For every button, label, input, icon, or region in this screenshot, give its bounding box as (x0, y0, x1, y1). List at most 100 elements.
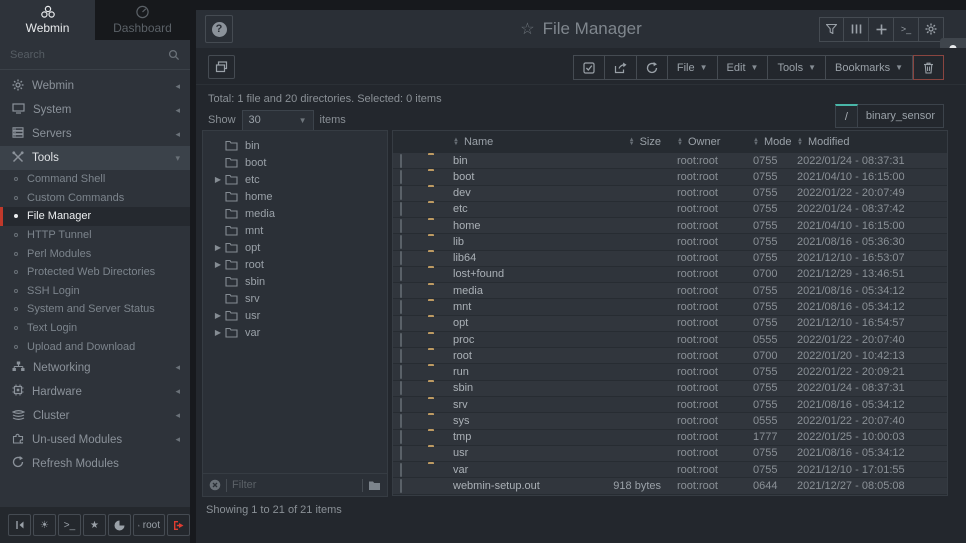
tree-item-boot[interactable]: boot (203, 154, 387, 171)
table-row[interactable]: mediaroot:root07552021/08/16 - 05:34:12 (393, 283, 947, 299)
sidebar-item-custom-commands[interactable]: Custom Commands (0, 189, 190, 208)
row-checkbox[interactable] (400, 251, 402, 265)
cell-name[interactable]: lost+found (453, 268, 553, 280)
cell-name[interactable]: run (453, 366, 553, 378)
tree-filter-input[interactable] (232, 479, 357, 491)
usage-button[interactable] (108, 514, 131, 536)
sidebar-item-servers[interactable]: Servers◂ (0, 122, 190, 146)
tree-item-home[interactable]: home (203, 188, 387, 205)
row-checkbox[interactable] (400, 479, 402, 493)
row-checkbox[interactable] (400, 463, 402, 477)
row-checkbox[interactable] (400, 365, 402, 379)
row-checkbox[interactable] (400, 202, 402, 216)
row-checkbox[interactable] (400, 414, 402, 428)
table-row[interactable]: mntroot:root07552021/08/16 - 05:34:12 (393, 299, 947, 315)
table-row[interactable]: rootroot:root07002022/01/20 - 10:42:13 (393, 348, 947, 364)
sidebar-item-upload-and-download[interactable]: Upload and Download (0, 337, 190, 356)
sidebar-item-hardware[interactable]: Hardware◂ (0, 380, 190, 404)
tree-item-media[interactable]: media (203, 205, 387, 222)
cell-name[interactable]: var (453, 464, 553, 476)
expand-arrow-icon[interactable]: ▶ (211, 311, 225, 320)
columns-button[interactable] (844, 17, 869, 42)
row-checkbox[interactable] (400, 300, 402, 314)
row-checkbox[interactable] (400, 235, 402, 249)
sidebar-item-command-shell[interactable]: Command Shell (0, 170, 190, 189)
table-row[interactable]: lib64root:root07552021/12/10 - 16:53:07 (393, 251, 947, 267)
tree-item-mnt[interactable]: mnt (203, 222, 387, 239)
cell-name[interactable]: proc (453, 334, 553, 346)
breadcrumb-root[interactable]: / (835, 104, 858, 128)
row-checkbox[interactable] (400, 430, 402, 444)
page-size-select[interactable]: 30 ▼ (242, 110, 314, 131)
cell-name[interactable]: root (453, 350, 553, 362)
tree-item-opt[interactable]: ▶opt (203, 239, 387, 256)
cell-name[interactable]: usr (453, 447, 553, 459)
expand-arrow-icon[interactable]: ▶ (211, 260, 225, 269)
table-row[interactable]: sysroot:root05552022/01/22 - 20:07:40 (393, 413, 947, 429)
cell-name[interactable]: tmp (453, 431, 553, 443)
table-row[interactable]: webmin-setup.out918 bytesroot:root064420… (393, 478, 947, 494)
sidebar-item-protected-web-directories[interactable]: Protected Web Directories (0, 263, 190, 282)
table-row[interactable]: binroot:root07552022/01/24 - 08:37:31 (393, 153, 947, 169)
filter-button[interactable] (819, 17, 844, 42)
menu-edit[interactable]: Edit▼ (718, 55, 769, 80)
select-all-button[interactable] (573, 55, 605, 80)
sidebar-item-cluster[interactable]: Cluster◂ (0, 404, 190, 428)
row-checkbox[interactable] (400, 381, 402, 395)
row-checkbox[interactable] (400, 398, 402, 412)
export-button[interactable] (605, 55, 637, 80)
table-row[interactable]: runroot:root07552022/01/22 - 20:09:21 (393, 364, 947, 380)
tree-item-bin[interactable]: bin (203, 137, 387, 154)
cell-name[interactable]: srv (453, 399, 553, 411)
menu-file[interactable]: File▼ (668, 55, 718, 80)
expand-arrow-icon[interactable]: ▶ (211, 328, 225, 337)
row-checkbox[interactable] (400, 186, 402, 200)
header-name[interactable]: ▲▼Name (453, 136, 553, 148)
cell-name[interactable]: dev (453, 187, 553, 199)
favorite-star-icon[interactable]: ☆ (520, 21, 534, 38)
table-row[interactable]: usrroot:root07552021/08/16 - 05:34:12 (393, 446, 947, 462)
logout-button[interactable] (167, 514, 190, 536)
menu-bookmarks[interactable]: Bookmarks▼ (826, 55, 913, 80)
cell-name[interactable]: lib64 (453, 252, 553, 264)
sidebar-item-http-tunnel[interactable]: HTTP Tunnel (0, 226, 190, 245)
table-row[interactable]: bootroot:root07552021/04/10 - 16:15:00 (393, 169, 947, 185)
shell-button[interactable]: >_ (894, 17, 919, 42)
cell-name[interactable]: sys (453, 415, 553, 427)
row-checkbox[interactable] (400, 349, 402, 363)
user-button[interactable]: root (133, 514, 165, 536)
row-checkbox[interactable] (400, 284, 402, 298)
cell-name[interactable]: media (453, 285, 553, 297)
cell-name[interactable]: webmin-setup.out (453, 480, 553, 492)
table-row[interactable]: varroot:root07552021/12/10 - 17:01:55 (393, 462, 947, 478)
sidebar-item-webmin[interactable]: Webmin◂ (0, 74, 190, 98)
row-checkbox[interactable] (400, 316, 402, 330)
sidebar-item-ssh-login[interactable]: SSH Login (0, 282, 190, 301)
tree-item-usr[interactable]: ▶usr (203, 307, 387, 324)
sidebar-item-system-and-server-status[interactable]: System and Server Status (0, 300, 190, 319)
help-button[interactable]: ? (205, 15, 233, 43)
clear-filter-icon[interactable] (209, 479, 221, 491)
header-mode[interactable]: ▲▼Mode (753, 136, 797, 148)
header-modified[interactable]: ▲▼Modified (797, 136, 947, 148)
table-row[interactable]: devroot:root07552022/01/22 - 20:07:49 (393, 186, 947, 202)
table-row[interactable]: etcroot:root07552022/01/24 - 08:37:42 (393, 202, 947, 218)
sidebar-item-networking[interactable]: Networking◂ (0, 356, 190, 380)
table-row[interactable]: libroot:root07552021/08/16 - 05:36:30 (393, 234, 947, 250)
table-row[interactable]: procroot:root05552022/01/22 - 20:07:40 (393, 332, 947, 348)
tab-dashboard[interactable]: Dashboard (95, 0, 190, 40)
folder-options-icon[interactable] (368, 480, 381, 491)
sidebar-item-un-used-modules[interactable]: Un-used Modules◂ (0, 428, 190, 452)
table-row[interactable]: tmproot:root17772022/01/25 - 10:00:03 (393, 430, 947, 446)
cell-name[interactable]: mnt (453, 301, 553, 313)
collapse-sidebar-button[interactable] (8, 514, 31, 536)
search-input[interactable] (10, 49, 168, 61)
refresh-button[interactable] (637, 55, 668, 80)
theme-toggle-button[interactable]: ☀ (33, 514, 56, 536)
cell-name[interactable]: bin (453, 155, 553, 167)
add-button[interactable] (869, 17, 894, 42)
trash-button[interactable] (913, 55, 944, 80)
tab-webmin[interactable]: Webmin (0, 0, 95, 40)
row-checkbox[interactable] (400, 267, 402, 281)
table-row[interactable]: srvroot:root07552021/08/16 - 05:34:12 (393, 397, 947, 413)
